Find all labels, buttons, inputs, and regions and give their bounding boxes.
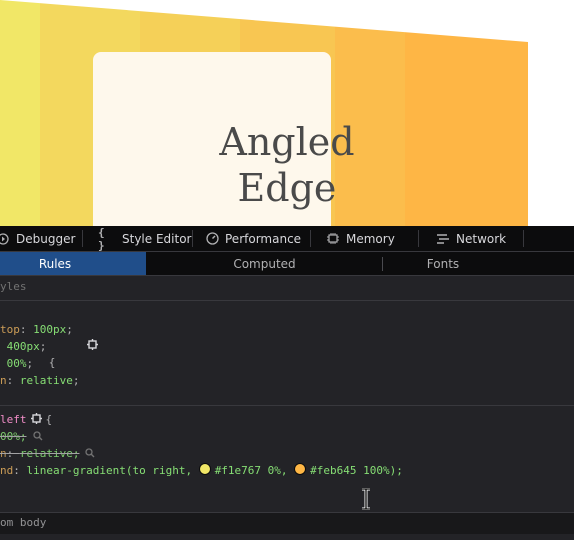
tab-style-editor[interactable]: { } Style Editor <box>98 225 192 252</box>
inspector-sidebar-tabs: Rules Computed Fonts <box>0 252 574 276</box>
node-highlighter-icon[interactable] <box>30 412 42 424</box>
card-title-line1: Angled <box>219 120 355 164</box>
property-value: 400px <box>6 340 40 353</box>
search-icon[interactable] <box>32 429 43 441</box>
filter-styles-input[interactable]: yles <box>0 280 27 293</box>
declaration-line[interactable]: n: relative; <box>0 372 79 389</box>
rule-open-brace: { <box>45 413 53 426</box>
tab-performance[interactable]: Performance <box>205 226 301 251</box>
property-value: 100px <box>33 323 67 336</box>
color-stop: 100%); <box>356 464 403 477</box>
memory-chip-icon <box>326 232 340 246</box>
tab-memory[interactable]: Memory <box>326 226 395 251</box>
tab-fonts[interactable]: Fonts <box>383 252 574 275</box>
property-value: 00% <box>6 357 27 370</box>
toolbar-divider <box>192 230 193 247</box>
tab-debugger-label: Debugger <box>16 231 76 246</box>
tab-fonts-label: Fonts <box>426 256 460 271</box>
property-value: linear-gradient(to right, <box>26 464 199 477</box>
toolbar-divider <box>82 230 83 247</box>
gauge-icon <box>205 232 219 246</box>
property-name: n <box>0 374 7 387</box>
declaration-line[interactable]: 00%; <box>0 355 34 372</box>
tab-rules-label: Rules <box>38 256 72 271</box>
rules-view: { top: 100px; 400px; 00%; n: relative; l… <box>0 301 574 511</box>
filter-styles-bar[interactable]: yles <box>0 276 574 301</box>
tab-network[interactable]: Network <box>436 226 506 251</box>
card-title-line2: Edge <box>237 166 337 210</box>
rule-selector-line: left { <box>0 411 52 428</box>
network-icon <box>436 232 450 246</box>
rule-selector[interactable]: left <box>0 413 27 426</box>
declaration-line-overridden[interactable]: n: relative; <box>0 445 95 462</box>
tab-computed[interactable]: Computed <box>147 252 382 275</box>
tab-debugger[interactable]: Debugger <box>0 226 75 251</box>
tab-computed-label: Computed <box>233 256 296 271</box>
color-swatch[interactable] <box>198 463 211 475</box>
inherited-label: om body <box>0 516 47 529</box>
toolbar-divider <box>523 230 524 247</box>
color-swatch[interactable] <box>294 463 307 475</box>
inherited-from-body-header: om body <box>0 512 574 534</box>
braces-icon: { } <box>98 225 105 252</box>
property-value: relative; <box>19 447 80 460</box>
declaration-line-overridden[interactable]: 00%; <box>0 428 43 445</box>
debugger-icon <box>0 232 10 246</box>
declaration-line[interactable]: nd: linear-gradient(to right, #f1e767 0%… <box>0 462 403 479</box>
color-value[interactable]: #f1e767 <box>215 464 261 477</box>
declaration-line[interactable]: top: 100px; <box>0 321 73 338</box>
property-name: nd <box>0 464 14 477</box>
tab-network-label: Network <box>456 231 507 246</box>
property-value: 00%; <box>0 430 27 443</box>
toolbar-divider <box>310 230 311 247</box>
toolbar-divider <box>418 230 419 247</box>
rule-divider <box>0 405 574 406</box>
tab-memory-label: Memory <box>346 231 395 246</box>
color-value[interactable]: #feb645 <box>310 464 356 477</box>
card-title: Angled Edge <box>0 119 574 211</box>
text-cursor-icon <box>360 487 372 511</box>
tab-style-editor-label: Style Editor <box>122 231 192 246</box>
property-name: n <box>0 447 7 460</box>
devtools-toolbar: Debugger { } Style Editor Performance Me… <box>0 226 574 252</box>
rule-selector-line: { <box>0 304 98 369</box>
property-value: relative <box>19 374 73 387</box>
page-preview: Angled Edge <box>0 0 574 226</box>
declaration-line[interactable]: 400px; <box>0 338 47 355</box>
tab-performance-label: Performance <box>225 231 302 246</box>
search-icon[interactable] <box>85 446 95 458</box>
property-name: top <box>0 323 20 336</box>
rule-open-brace: { <box>48 356 56 369</box>
color-stop: 0%, <box>261 464 295 477</box>
tab-rules[interactable]: Rules <box>0 252 146 275</box>
devtools-panel: Debugger { } Style Editor Performance Me… <box>0 226 574 540</box>
